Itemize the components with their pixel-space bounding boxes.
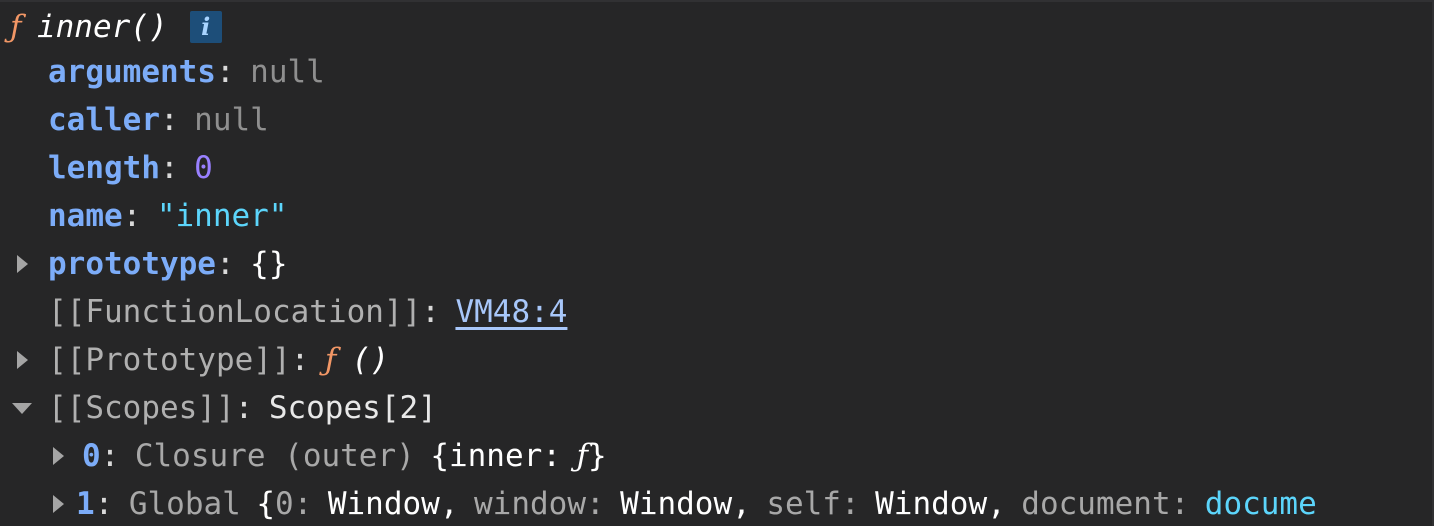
- scope-entry-value: Window: [620, 486, 733, 522]
- property-key: arguments: [48, 54, 216, 90]
- collapse-scopes-toggle[interactable]: [12, 384, 32, 432]
- scope-row-closure[interactable]: 0: Closure (outer) {inner: ƒ}: [82, 432, 607, 480]
- chevron-right-icon: [17, 351, 28, 369]
- property-row-prototype[interactable]: prototype: {}: [48, 240, 287, 288]
- scope-entry-key: inner: [448, 438, 543, 474]
- property-key: prototype: [48, 246, 216, 282]
- property-value: (): [351, 342, 390, 378]
- scope-index: 0: [82, 438, 101, 474]
- property-value: 0: [194, 150, 213, 186]
- chevron-down-icon: [12, 402, 32, 414]
- expand-internal-prototype-toggle[interactable]: [17, 336, 28, 384]
- property-key: [[Scopes]]: [48, 390, 235, 426]
- function-glyph-icon: ƒ: [576, 438, 588, 474]
- scope-index: 1: [76, 486, 95, 522]
- expand-scope-1-toggle[interactable]: [53, 480, 64, 526]
- property-key: [[Prototype]]: [48, 342, 291, 378]
- property-value: {}: [250, 246, 288, 282]
- scope-entry-value: Window: [327, 486, 440, 522]
- function-header-row[interactable]: ƒ inner() i: [10, 3, 222, 51]
- property-row-function-location[interactable]: [[FunctionLocation]]: VM48:4: [48, 288, 567, 336]
- property-value: Scopes[2]: [268, 390, 437, 426]
- property-value: null: [250, 54, 325, 90]
- property-key: [[FunctionLocation]]: [48, 294, 422, 330]
- top-divider: [0, 0, 1434, 2]
- property-row-arguments[interactable]: arguments: null: [48, 48, 325, 96]
- chevron-right-icon: [17, 255, 28, 273]
- function-glyph-icon: ƒ: [10, 9, 22, 45]
- property-key: name: [48, 198, 123, 234]
- property-value: null: [194, 102, 269, 138]
- function-signature: inner(): [36, 9, 168, 45]
- expand-scope-0-toggle[interactable]: [53, 432, 64, 480]
- property-key: length: [48, 150, 160, 186]
- scope-entry-value: docume: [1204, 486, 1317, 522]
- source-location-link[interactable]: VM48:4: [455, 288, 567, 336]
- scope-entry-key: document: [1021, 486, 1171, 522]
- property-row-caller[interactable]: caller: null: [48, 96, 269, 144]
- property-key: caller: [48, 102, 160, 138]
- scope-type: Closure (outer): [134, 438, 415, 474]
- info-icon[interactable]: i: [189, 11, 222, 43]
- chevron-right-icon: [53, 447, 64, 465]
- expand-prototype-toggle[interactable]: [17, 240, 28, 288]
- property-row-scopes[interactable]: [[Scopes]]: Scopes[2]: [48, 384, 437, 432]
- property-row-length[interactable]: length: 0: [48, 144, 213, 192]
- scope-entry-value: Window: [875, 486, 988, 522]
- function-glyph-icon: ƒ: [324, 342, 337, 378]
- property-row-internal-prototype[interactable]: [[Prototype]]: ƒ (): [48, 336, 389, 384]
- property-value: "inner": [156, 198, 288, 234]
- chevron-right-icon: [53, 495, 64, 513]
- scope-entry-key: 0: [275, 486, 294, 522]
- property-row-name[interactable]: name: "inner": [48, 192, 287, 240]
- scope-entry-key: self: [766, 486, 841, 522]
- scope-row-global[interactable]: 1: Global {0: Window, window: Window, se…: [76, 480, 1317, 526]
- scope-entry-key: window: [474, 486, 586, 522]
- scope-type: Global: [128, 486, 241, 522]
- devtools-console-object-tree: ƒ inner() i arguments: null caller: null…: [0, 0, 1434, 526]
